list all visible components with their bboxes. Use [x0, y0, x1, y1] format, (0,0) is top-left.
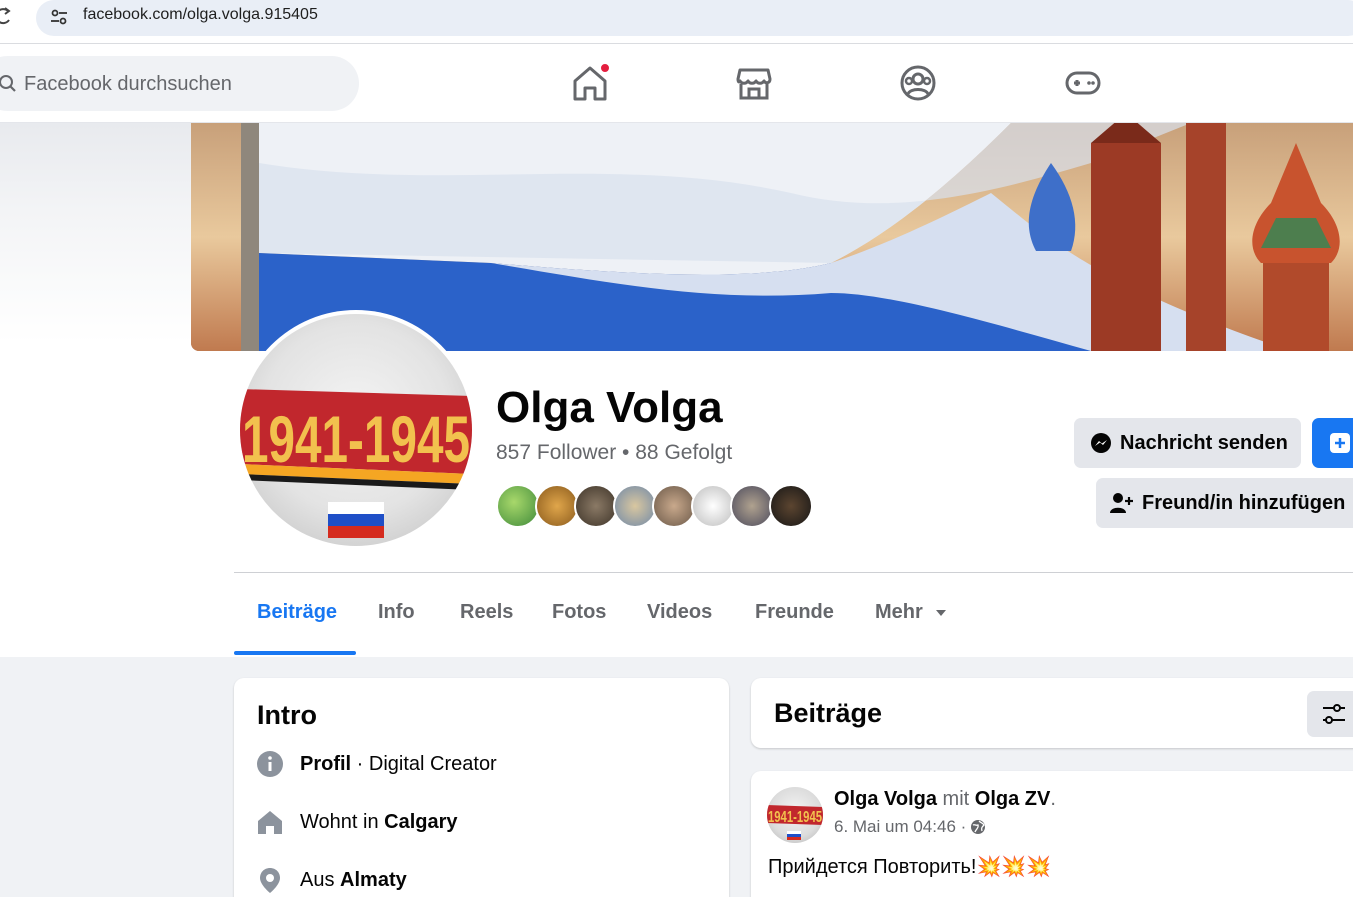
- profile-name: Olga Volga: [496, 383, 723, 432]
- url-text: facebook.com/olga.volga.915405: [83, 6, 318, 23]
- active-tab-indicator: [234, 651, 356, 655]
- intro-lives-prefix: Wohnt in: [300, 810, 385, 833]
- intro-from-city[interactable]: Almaty: [340, 869, 407, 891]
- intro-row-profile: Profil · Digital Creator: [256, 750, 497, 778]
- friend-avatar[interactable]: [574, 484, 618, 528]
- search-input[interactable]: Facebook durchsuchen: [0, 56, 359, 111]
- search-icon: [0, 74, 18, 94]
- intro-profile-text: · Digital Creator: [351, 752, 497, 775]
- friend-avatar[interactable]: [769, 484, 813, 528]
- home-icon: [258, 811, 282, 834]
- left-gutter: [0, 123, 191, 343]
- post-author-name[interactable]: Olga Volga: [834, 788, 937, 810]
- post-with-word: mit: [942, 788, 970, 810]
- post-author-avatar[interactable]: 1941-1945: [767, 787, 823, 843]
- posts-title: Beiträge: [774, 698, 883, 728]
- tab-mehr-label: Mehr: [875, 601, 923, 623]
- location-pin-icon: [260, 868, 280, 893]
- messenger-icon: [1091, 433, 1111, 453]
- intro-row-from: Aus Almaty: [256, 866, 407, 894]
- tab-beitraege[interactable]: Beiträge: [257, 601, 337, 624]
- send-message-button[interactable]: Nachricht senden: [1074, 418, 1301, 468]
- header-divider: [234, 572, 1353, 573]
- intro-title: Intro: [257, 700, 317, 730]
- gaming-icon: [1065, 71, 1101, 95]
- post-avatar-text: 1941-1945: [768, 809, 822, 826]
- tab-fotos[interactable]: Fotos: [552, 601, 606, 624]
- avatar-text: 1941-1945: [242, 402, 470, 476]
- avatar: 1941-1945: [240, 314, 472, 546]
- follow-button[interactable]: [1312, 418, 1353, 468]
- post-text: Прийдется Повторить!💥💥💥: [768, 856, 1052, 878]
- add-friend-button[interactable]: Freund/in hinzufügen: [1096, 478, 1353, 528]
- follower-stats[interactable]: 857 Follower • 88 Gefolgt: [496, 441, 732, 465]
- home-nav-button[interactable]: [570, 62, 610, 104]
- tab-info[interactable]: Info: [378, 601, 415, 624]
- intro-card: Intro Profil · Digital Creator Wohnt in …: [234, 678, 729, 897]
- search-placeholder: Facebook durchsuchen: [24, 73, 232, 95]
- post-meta: 6. Mai um 04:46 ·: [834, 817, 986, 837]
- tab-mehr[interactable]: Mehr: [875, 601, 948, 624]
- tab-reels[interactable]: Reels: [460, 601, 513, 624]
- friend-avatar[interactable]: [613, 484, 657, 528]
- add-friend-label: Freund/in hinzufügen: [1142, 491, 1346, 514]
- friend-avatar[interactable]: [730, 484, 774, 528]
- friend-avatar[interactable]: [496, 484, 540, 528]
- send-message-label: Nachricht senden: [1120, 431, 1288, 454]
- post-author-line: Olga Volga mit Olga ZV.: [834, 788, 1056, 810]
- gaming-nav-button[interactable]: [1063, 62, 1103, 104]
- browser-address-bar: facebook.com/olga.volga.915405: [0, 0, 1353, 44]
- tab-videos[interactable]: Videos: [647, 601, 712, 624]
- posts-header-card: Beiträge: [751, 678, 1353, 748]
- filter-button[interactable]: [1307, 691, 1353, 737]
- add-friend-icon: [1110, 493, 1133, 513]
- intro-from-prefix: Aus: [300, 868, 341, 891]
- friend-avatar[interactable]: [691, 484, 735, 528]
- facebook-top-nav: Facebook durchsuchen: [0, 44, 1353, 123]
- profile-picture[interactable]: 1941-1945: [236, 310, 476, 550]
- friend-avatar[interactable]: [652, 484, 696, 528]
- caret-down-icon: [936, 610, 947, 616]
- filter-sliders-icon: [1323, 704, 1345, 724]
- post-tagged-name[interactable]: Olga ZV: [975, 788, 1051, 810]
- groups-nav-button[interactable]: [898, 62, 938, 104]
- post-card: 1941-1945 Olga Volga mit Olga ZV. 6. Mai…: [751, 771, 1353, 897]
- marketplace-nav-button[interactable]: [734, 62, 774, 104]
- avatar-image: 1941-1945: [240, 389, 472, 538]
- globe-icon: [971, 820, 986, 834]
- site-settings-icon[interactable]: [48, 6, 70, 28]
- intro-lives-city[interactable]: Calgary: [384, 811, 457, 833]
- info-icon: [257, 751, 283, 777]
- post-avatar-image: 1941-1945: [767, 805, 823, 840]
- tab-freunde[interactable]: Freunde: [755, 601, 834, 624]
- marketplace-icon: [736, 68, 772, 100]
- friend-avatar[interactable]: [535, 484, 579, 528]
- notification-dot: [600, 63, 610, 73]
- reload-icon[interactable]: [0, 6, 12, 26]
- intro-profile-bold: Profil: [300, 752, 352, 775]
- post-date[interactable]: 6. Mai um 04:46 ·: [834, 817, 966, 837]
- intro-row-lives-in: Wohnt in Calgary: [256, 808, 458, 836]
- groups-icon: [900, 65, 936, 101]
- add-icon: [1330, 433, 1350, 453]
